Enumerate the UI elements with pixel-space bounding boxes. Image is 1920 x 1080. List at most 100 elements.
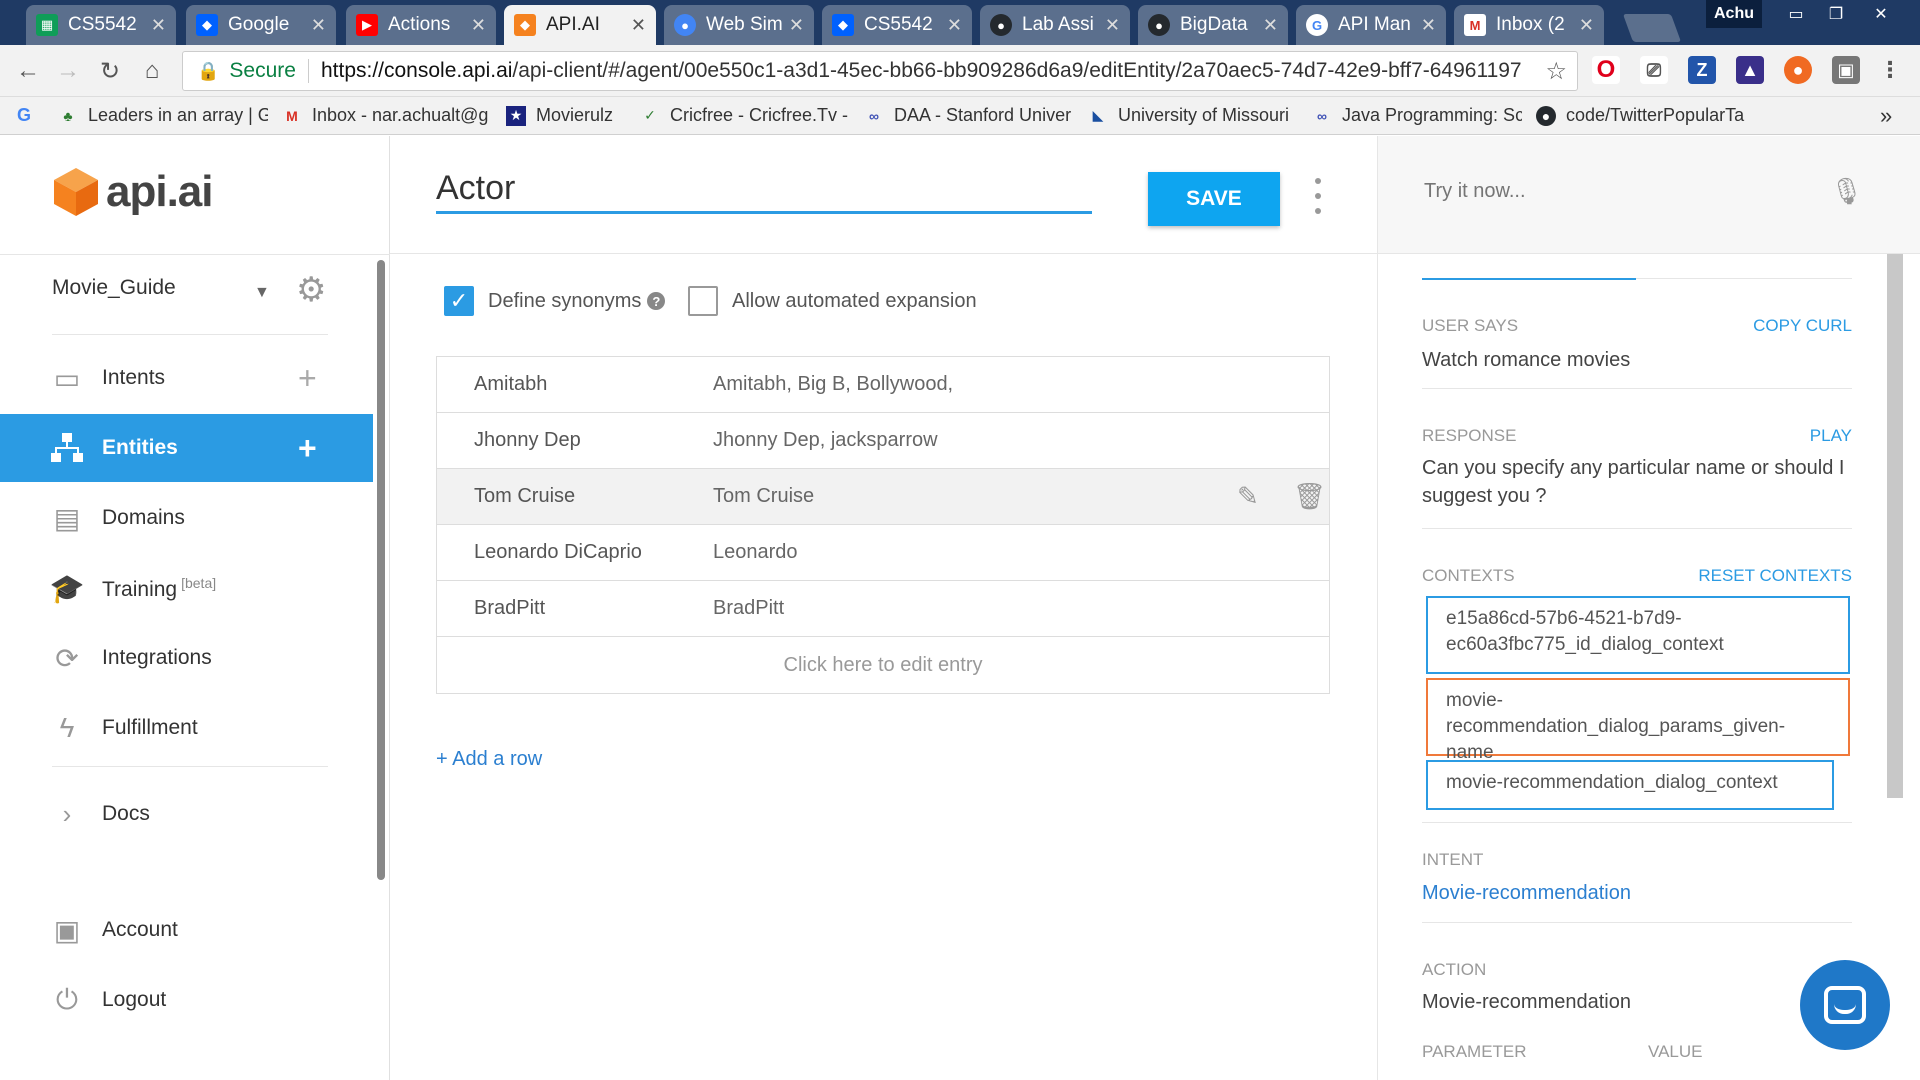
browser-tab-7[interactable]: ● Lab Assi ✕	[980, 5, 1130, 45]
reset-contexts-link[interactable]: RESET CONTEXTS	[1668, 566, 1852, 586]
save-button[interactable]: SAVE	[1148, 172, 1280, 226]
allow-expansion-checkbox[interactable]	[688, 286, 718, 316]
add-row-link[interactable]: + Add a row	[436, 748, 542, 771]
play-link[interactable]: PLAY	[1738, 426, 1852, 446]
extension-box-icon[interactable]: ▣	[1832, 56, 1860, 84]
try-it-input[interactable]	[1424, 180, 1804, 203]
sidebar-item-account[interactable]: ▣ Account	[0, 896, 373, 964]
copy-curl-link[interactable]: COPY CURL	[1698, 316, 1852, 336]
apiai-logo[interactable]: api.ai	[52, 166, 213, 218]
console-scrollbar[interactable]	[1887, 254, 1903, 798]
minimize-icon[interactable]: ▭	[1776, 0, 1816, 28]
entity-synonyms[interactable]: Jhonny Dep, jacksparrow	[713, 429, 938, 452]
sidebar-item-entities[interactable]: Entities +	[0, 414, 373, 482]
browser-tab-1[interactable]: ▦ CS5542 ✕	[26, 5, 176, 45]
close-icon[interactable]: ✕	[1421, 15, 1436, 36]
bookmark-item[interactable]: ∞ Java Programming: Sc	[1312, 105, 1522, 126]
sidebar-item-training[interactable]: 🎓 Training [beta]	[0, 554, 373, 622]
agent-selector[interactable]: Movie_Guide	[52, 276, 176, 300]
close-icon[interactable]: ✕	[1105, 15, 1120, 36]
close-icon[interactable]: ✕	[151, 15, 166, 36]
table-row[interactable]: Tom Cruise Tom Cruise ✎ 🗑	[437, 469, 1329, 525]
bookmark-item[interactable]: ∞ DAA - Stanford Univer	[864, 105, 1074, 126]
bookmark-item[interactable]: M Inbox - nar.achualt@g	[282, 105, 492, 126]
browser-tab-2[interactable]: ◆ Google ✕	[186, 5, 336, 45]
sidebar-scrollbar[interactable]	[377, 260, 385, 880]
browser-tab-5[interactable]: ● Web Sim ✕	[664, 5, 814, 45]
browser-tab-9[interactable]: G API Man ✕	[1296, 5, 1446, 45]
bookmark-google[interactable]: G	[14, 106, 44, 126]
define-synonyms-checkbox[interactable]: ✓	[444, 286, 474, 316]
sidebar-item-fulfillment[interactable]: ϟ Fulfillment	[0, 694, 373, 762]
pencil-icon[interactable]: ✎	[1237, 481, 1259, 512]
bookmark-item[interactable]: ◣ University of Missouri	[1088, 105, 1298, 126]
close-icon[interactable]: ✕	[471, 15, 486, 36]
define-synonyms-option[interactable]: ✓ Define synonyms ?	[444, 286, 666, 316]
table-row[interactable]: Leonardo DiCaprio Leonardo	[437, 525, 1329, 581]
browser-tab-3[interactable]: ▶ Actions ✕	[346, 5, 496, 45]
context-chip[interactable]: movie-recommendation_dialog_params_given…	[1426, 678, 1850, 763]
zotero-icon[interactable]: Z	[1688, 56, 1716, 84]
entity-value[interactable]: Amitabh	[474, 373, 547, 396]
entity-value[interactable]: Tom Cruise	[474, 485, 575, 508]
reload-icon[interactable]: ↻	[94, 55, 126, 87]
bookmark-item[interactable]: ♣ Leaders in an array | G	[58, 105, 268, 126]
close-icon[interactable]: ✕	[947, 15, 962, 36]
new-tab-button[interactable]	[1622, 14, 1682, 42]
allow-expansion-option[interactable]: Allow automated expansion	[688, 286, 977, 316]
microphone-icon[interactable]: 🎙	[1830, 176, 1863, 207]
trash-icon[interactable]: 🗑	[1293, 481, 1326, 512]
entity-name-input[interactable]	[436, 166, 1092, 214]
edit-entry-row[interactable]: Click here to edit entry	[437, 637, 1329, 693]
chat-launcher-button[interactable]	[1800, 960, 1890, 1050]
duckduckgo-icon[interactable]: ●	[1784, 56, 1812, 84]
close-window-icon[interactable]: ✕	[1856, 0, 1906, 28]
entity-synonyms[interactable]: Amitabh, Big B, Bollywood,	[713, 373, 953, 396]
back-icon[interactable]: ←	[12, 55, 44, 87]
sidebar-item-docs[interactable]: › Docs	[0, 780, 373, 848]
entity-value[interactable]: Jhonny Dep	[474, 429, 581, 452]
bookmark-item[interactable]: ★ Movierulz	[506, 105, 626, 126]
entity-synonyms[interactable]: BradPitt	[713, 597, 784, 620]
close-icon[interactable]: ✕	[1263, 15, 1278, 36]
table-row[interactable]: Jhonny Dep Jhonny Dep, jacksparrow	[437, 413, 1329, 469]
entity-value[interactable]: Leonardo DiCaprio	[474, 541, 642, 564]
home-icon[interactable]: ⌂	[136, 55, 168, 87]
restore-icon[interactable]: ❐	[1816, 0, 1856, 28]
entity-value[interactable]: BradPitt	[474, 597, 545, 620]
gear-icon[interactable]: ⚙	[296, 270, 326, 310]
browser-tab-apiai[interactable]: ◆ API.AI ✕	[504, 5, 656, 45]
extension-icon[interactable]: ▲	[1736, 56, 1764, 84]
close-icon[interactable]: ✕	[631, 15, 646, 36]
more-options-icon[interactable]	[1312, 178, 1324, 214]
browser-tab-8[interactable]: ● BigData ✕	[1138, 5, 1288, 45]
browser-tab-6[interactable]: ◆ CS5542 ✕	[822, 5, 972, 45]
sidebar-item-domains[interactable]: ▤ Domains	[0, 484, 373, 552]
sidebar-item-intents[interactable]: ▭ Intents +	[0, 344, 373, 412]
context-chip[interactable]: e15a86cd-57b6-4521-b7d9-ec60a3fbc775_id_…	[1426, 596, 1850, 674]
sidebar-item-integrations[interactable]: ⟳ Integrations	[0, 624, 373, 692]
entity-synonyms[interactable]: Leonardo	[713, 541, 798, 564]
table-row[interactable]: Amitabh Amitabh, Big B, Bollywood,	[437, 357, 1329, 413]
add-entity-icon[interactable]: +	[298, 430, 317, 467]
intent-link[interactable]: Movie-recommendation	[1422, 882, 1631, 905]
help-icon[interactable]: ?	[647, 292, 666, 310]
close-icon[interactable]: ✕	[789, 15, 804, 36]
table-row[interactable]: BradPitt BradPitt	[437, 581, 1329, 637]
bookmark-item[interactable]: ● code/TwitterPopularTa	[1536, 105, 1746, 126]
opera-icon[interactable]: O	[1592, 56, 1620, 84]
browser-tab-10[interactable]: M Inbox (2 ✕	[1454, 5, 1604, 45]
address-bar[interactable]: 🔒 Secure https://console.api.ai/api-clie…	[182, 51, 1578, 91]
cast-icon[interactable]: ⎚	[1640, 56, 1668, 84]
bookmark-star-icon[interactable]: ☆	[1545, 57, 1567, 86]
forward-icon[interactable]: →	[52, 55, 84, 87]
menu-icon[interactable]: ⋮	[1876, 56, 1904, 84]
bookmark-item[interactable]: ✓ Cricfree - Cricfree.Tv -	[640, 105, 850, 126]
close-icon[interactable]: ✕	[1579, 15, 1594, 36]
context-chip[interactable]: movie-recommendation_dialog_context	[1426, 760, 1834, 810]
sidebar-item-logout[interactable]: ⏻ Logout	[0, 966, 373, 1034]
bookmarks-more-button[interactable]: »	[1880, 103, 1892, 129]
url-text[interactable]: https://console.api.ai/api-client/#/agen…	[321, 59, 1546, 83]
entity-synonyms[interactable]: Tom Cruise	[713, 485, 814, 508]
close-icon[interactable]: ✕	[311, 15, 326, 36]
